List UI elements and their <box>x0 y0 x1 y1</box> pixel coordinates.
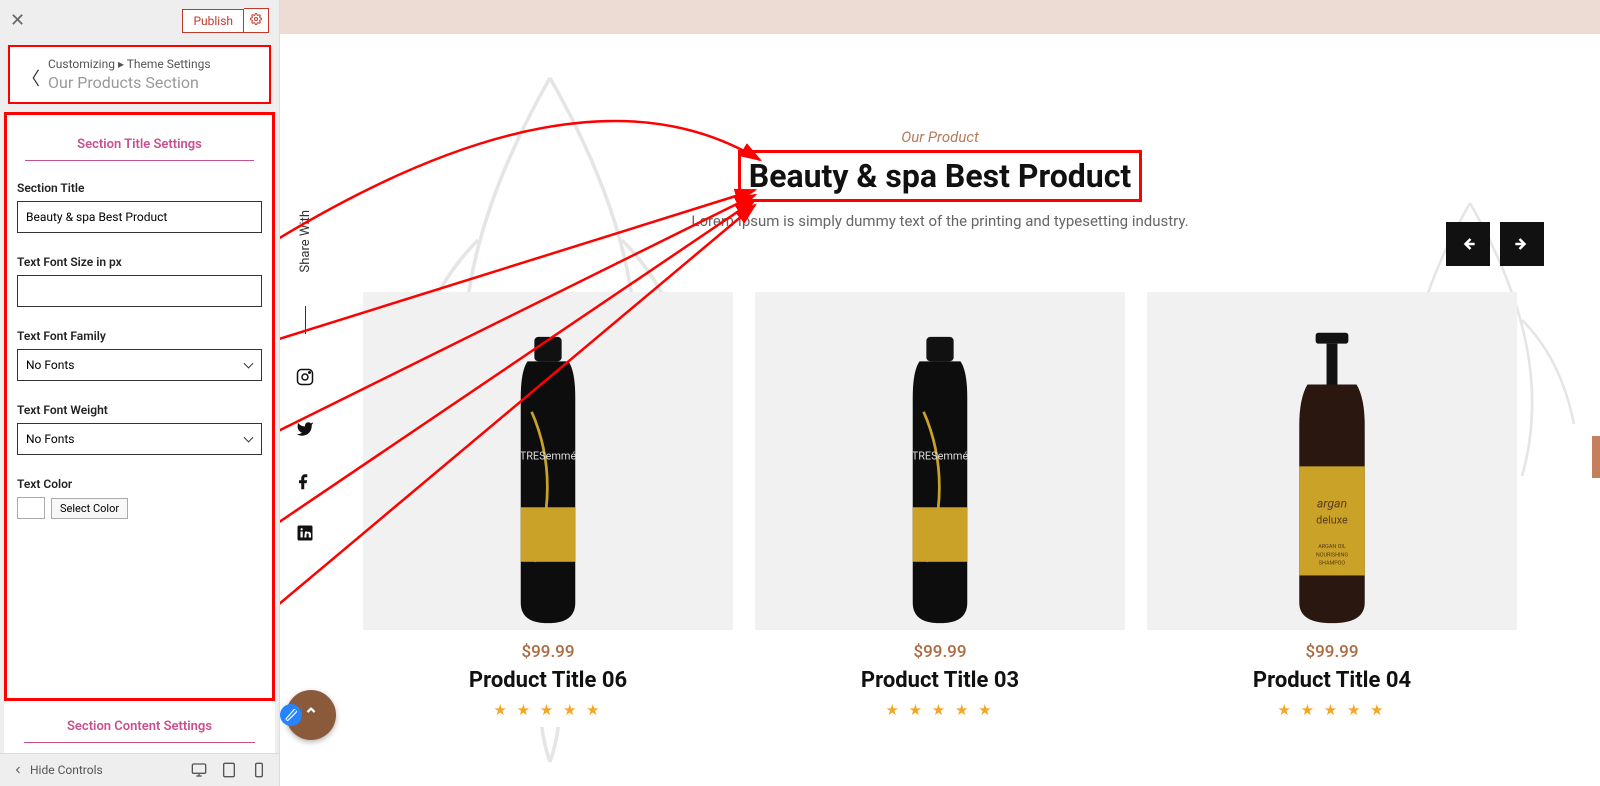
preview-pane: Share With Our Product Beauty & spa Best… <box>280 0 1600 786</box>
section-eyebrow: Our Product <box>280 128 1600 146</box>
product-meta: $99.99 Product Title 04 ★ ★ ★ ★ ★ <box>1147 630 1517 727</box>
field-section-title: Section Title <box>15 181 264 233</box>
collapse-icon <box>12 764 24 776</box>
svg-text:SHAMPOO: SHAMPOO <box>1319 561 1346 567</box>
product-title: Product Title 03 <box>755 668 1125 693</box>
settings-panel: Section Title Settings Section Title Tex… <box>4 112 275 701</box>
section-title-input[interactable] <box>17 201 262 233</box>
section-content-wrap: Section Content Settings <box>4 701 275 753</box>
publish-button[interactable]: Publish <box>182 9 244 33</box>
carousel-prev-button[interactable] <box>1446 222 1490 266</box>
device-switcher <box>191 762 267 778</box>
product-title: Product Title 06 <box>363 668 733 693</box>
product-meta: $99.99 Product Title 06 ★ ★ ★ ★ ★ <box>363 630 733 727</box>
hide-controls-button[interactable]: Hide Controls <box>12 763 103 777</box>
product-price: $99.99 <box>755 642 1125 662</box>
facebook-icon[interactable] <box>296 472 314 490</box>
font-weight-select[interactable]: No Fonts <box>17 423 262 455</box>
mobile-icon[interactable] <box>251 762 267 778</box>
gear-icon <box>250 13 262 25</box>
close-icon[interactable]: ✕ <box>10 10 25 31</box>
product-meta: $99.99 Product Title 03 ★ ★ ★ ★ ★ <box>755 630 1125 727</box>
font-family-select[interactable]: No Fonts <box>17 349 262 381</box>
product-card[interactable]: TRESemmé $99.99 Product Title 03 ★ ★ ★ ★… <box>755 292 1125 727</box>
field-text-color: Text Color Select Color <box>15 477 264 519</box>
svg-text:NOURISHING: NOURISHING <box>1316 552 1348 558</box>
product-price: $99.99 <box>363 642 733 662</box>
field-font-family: Text Font Family No Fonts <box>15 329 264 381</box>
sidebar-top: ✕ Publish <box>0 0 279 41</box>
section-subtitle: Lorem Ipsum is simply dummy text of the … <box>280 212 1600 230</box>
edit-fab[interactable]: ⌃ <box>286 690 336 740</box>
product-price: $99.99 <box>1147 642 1517 662</box>
section-title-settings-heading: Section Title Settings <box>25 125 254 161</box>
breadcrumb-sep: ▸ <box>118 57 127 71</box>
font-family-label: Text Font Family <box>17 329 262 343</box>
products-row: TRESemmé $99.99 Product Title 06 ★ ★ ★ ★… <box>280 292 1600 727</box>
section-title-label: Section Title <box>17 181 262 195</box>
product-card[interactable]: argan deluxe ARGAN OIL NOURISHING SHAMPOO $9… <box>1147 292 1517 727</box>
breadcrumb-text: Customizing ▸ Theme Settings Our Product… <box>48 57 257 92</box>
svg-text:argan: argan <box>1317 496 1347 510</box>
desktop-icon[interactable] <box>191 762 207 778</box>
breadcrumb: 〈 Customizing ▸ Theme Settings Our Produ… <box>8 45 271 104</box>
hide-controls-label: Hide Controls <box>30 763 103 777</box>
pencil-icon <box>280 704 302 726</box>
product-rating: ★ ★ ★ ★ ★ <box>755 701 1125 719</box>
section-title: Beauty & spa Best Product <box>738 150 1142 202</box>
breadcrumb-prefix: Customizing <box>48 57 115 71</box>
arrow-right-icon <box>1512 234 1532 254</box>
share-divider <box>305 306 306 334</box>
share-label: Share With <box>298 210 313 272</box>
font-size-input[interactable] <box>17 275 262 307</box>
arrow-left-icon <box>1458 234 1478 254</box>
product-card[interactable]: TRESemmé $99.99 Product Title 06 ★ ★ ★ ★… <box>363 292 733 727</box>
svg-text:deluxe: deluxe <box>1316 514 1348 527</box>
svg-text:TRESemmé: TRESemmé <box>912 450 969 463</box>
product-rating: ★ ★ ★ ★ ★ <box>1147 701 1517 719</box>
instagram-icon[interactable] <box>296 368 314 386</box>
svg-text:TRESemmé: TRESemmé <box>520 450 577 463</box>
text-color-label: Text Color <box>17 477 262 491</box>
product-image: TRESemmé <box>840 310 1040 630</box>
header-strip <box>280 0 1600 34</box>
linkedin-icon[interactable] <box>296 524 314 542</box>
product-title: Product Title 04 <box>1147 668 1517 693</box>
font-size-label: Text Font Size in px <box>17 255 262 269</box>
twitter-icon[interactable] <box>296 420 314 438</box>
breadcrumb-current: Our Products Section <box>48 73 257 92</box>
product-rating: ★ ★ ★ ★ ★ <box>363 701 733 719</box>
chevron-up-icon: ⌃ <box>303 705 318 726</box>
share-column: Share With <box>296 210 314 542</box>
section-header: Our Product Beauty & spa Best Product Lo… <box>280 128 1600 230</box>
sidebar-footer: Hide Controls <box>0 753 279 786</box>
field-font-weight: Text Font Weight No Fonts <box>15 403 264 455</box>
svg-text:ARGAN OIL: ARGAN OIL <box>1318 544 1346 550</box>
publish-settings-button[interactable] <box>244 8 269 33</box>
breadcrumb-parent: Theme Settings <box>127 57 211 71</box>
back-icon[interactable]: 〈 <box>22 65 40 91</box>
field-font-size: Text Font Size in px <box>15 255 264 307</box>
product-image: TRESemmé <box>448 310 648 630</box>
tablet-icon[interactable] <box>221 762 237 778</box>
customizer-sidebar: ✕ Publish 〈 Customizing ▸ Theme Settings… <box>0 0 280 786</box>
color-swatch[interactable] <box>17 497 45 519</box>
carousel-next-button[interactable] <box>1500 222 1544 266</box>
section-content-settings-heading[interactable]: Section Content Settings <box>24 711 255 743</box>
select-color-button[interactable]: Select Color <box>51 498 128 519</box>
publish-group: Publish <box>182 8 269 33</box>
carousel-nav <box>1446 222 1544 266</box>
font-weight-label: Text Font Weight <box>17 403 262 417</box>
product-image: argan deluxe ARGAN OIL NOURISHING SHAMPOO <box>1232 310 1432 630</box>
